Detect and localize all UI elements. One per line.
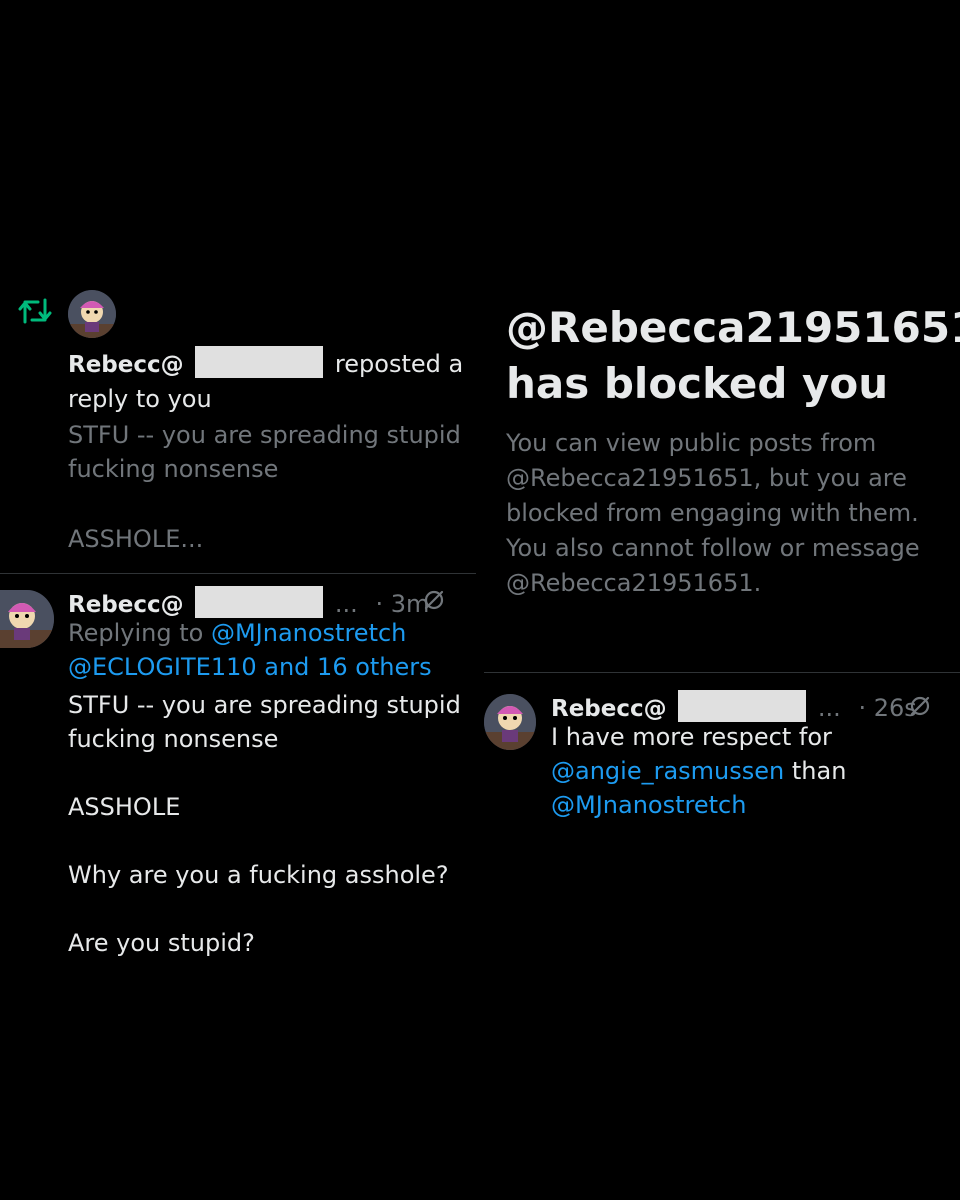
reply-text-line-1: STFU -- you are spreading stupid: [68, 691, 461, 719]
blocked-desc-3: blocked from engaging with them.: [506, 499, 919, 527]
mention-link[interactable]: @MJnanostretch: [551, 788, 746, 822]
repost-icon: [18, 296, 52, 326]
reply-author-name[interactable]: Rebecc@: [68, 592, 184, 618]
reply-handle-ellipsis: ...: [334, 590, 358, 618]
reply-text-line-3: ASSHOLE: [68, 793, 181, 821]
blocked-desc-4: You also cannot follow or message: [506, 534, 920, 562]
post-text-line-2: @angie_rasmussen than: [551, 754, 846, 788]
reply-text-line-4: Why are you a fucking asshole?: [68, 861, 449, 889]
post-text-line-1: I have more respect for: [551, 723, 832, 751]
avatar[interactable]: [0, 590, 54, 648]
mention-link[interactable]: @angie_rasmussen: [551, 757, 784, 785]
repost-action: reposted a: [334, 350, 464, 378]
replying-to: Replying to @MJnanostretch: [68, 616, 406, 650]
post-handle-ellipsis: ...: [817, 694, 841, 722]
blocked-desc-2: @Rebecca21951651, but you are: [506, 464, 907, 492]
no-edit-icon: [908, 694, 932, 718]
repost-text-line-1: STFU -- you are spreading stupid: [68, 421, 461, 449]
post-text-than: than: [784, 757, 847, 785]
post-author-name[interactable]: Rebecc@: [551, 696, 667, 722]
reply-text-line-5: Are you stupid?: [68, 929, 255, 957]
no-edit-icon: [422, 588, 446, 612]
replying-prefix: Replying to: [68, 619, 204, 647]
redacted-handle: [195, 346, 324, 378]
blocked-title-line-1: @Rebecca21951651: [506, 303, 960, 352]
repost-text-line-3: ASSHOLE...: [68, 525, 204, 553]
reply-text-line-2: fucking nonsense: [68, 725, 279, 753]
blocked-desc-5: @Rebecca21951651.: [506, 569, 762, 597]
repost-action-2: reply to you: [68, 385, 212, 413]
blocked-desc-1: You can view public posts from: [506, 429, 877, 457]
replying-mention[interactable]: @MJnanostretch: [211, 619, 406, 647]
replying-others-link[interactable]: @ECLOGITE110 and 16 others: [68, 650, 432, 684]
repost-author-name[interactable]: Rebecc@: [68, 352, 184, 378]
divider: [484, 672, 960, 673]
avatar[interactable]: [484, 694, 536, 750]
blocked-title-line-2: has blocked you: [506, 359, 889, 408]
divider: [0, 573, 476, 574]
repost-text-line-2: fucking nonsense: [68, 455, 279, 483]
avatar[interactable]: [68, 290, 116, 338]
repost-line: Rebecc@ reposted a: [68, 346, 463, 382]
redacted-handle: [195, 586, 324, 618]
redacted-handle: [678, 690, 807, 722]
